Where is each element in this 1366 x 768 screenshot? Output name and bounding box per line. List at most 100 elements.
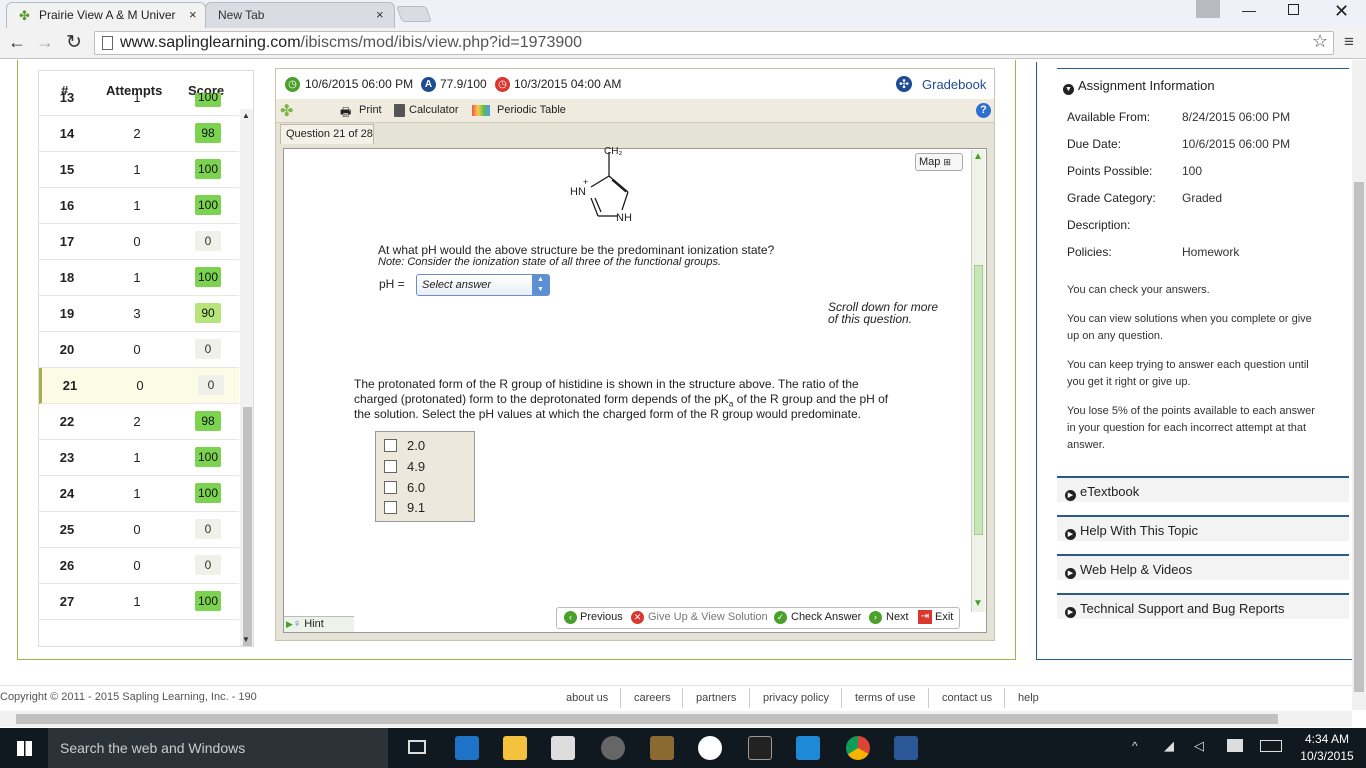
check-answer-button[interactable]: Check Answer <box>791 611 861 623</box>
list-scroll-thumb[interactable] <box>243 407 252 646</box>
checkbox[interactable] <box>384 460 397 473</box>
footer-link-contact[interactable]: contact us <box>942 692 992 704</box>
windows-start-icon[interactable] <box>17 741 32 756</box>
calculator-button[interactable]: Calculator <box>409 104 459 116</box>
onedrive-icon[interactable] <box>796 736 820 760</box>
question-row[interactable]: 22 2 98 <box>39 404 239 440</box>
footer-link-partners[interactable]: partners <box>696 692 736 704</box>
tray-chevron-icon[interactable]: ^ <box>1132 739 1138 753</box>
bookmark-star-icon[interactable]: ☆ <box>1312 31 1328 52</box>
next-button[interactable]: Next <box>886 611 909 623</box>
exit-icon[interactable]: ⇥ <box>918 610 932 624</box>
question-row[interactable]: 25 0 0 <box>39 512 239 548</box>
hp-icon[interactable] <box>698 736 722 760</box>
amazon-icon[interactable] <box>748 736 772 760</box>
assignment-info-header[interactable]: ▼ Assignment Information <box>1063 78 1215 95</box>
section-etextbook[interactable]: ▶ eTextbook <box>1057 476 1349 502</box>
tab-close-icon[interactable]: × <box>189 7 197 22</box>
previous-button[interactable]: Previous <box>580 611 623 623</box>
give-up-icon[interactable]: ✕ <box>631 611 644 624</box>
question-row[interactable]: 17 0 0 <box>39 224 239 260</box>
footer-link-careers[interactable]: careers <box>634 692 671 704</box>
print-icon[interactable]: 🖶 <box>340 103 351 124</box>
checkbox[interactable] <box>384 501 397 514</box>
ph-select[interactable]: Select answer ▲ ▼ <box>416 274 550 296</box>
question-row[interactable]: 23 1 100 <box>39 440 239 476</box>
list-scrollbar[interactable]: ▲ ▼ <box>240 109 253 646</box>
reload-icon[interactable]: ↻ <box>66 31 82 54</box>
back-icon[interactable]: ← <box>8 32 26 53</box>
question-row[interactable]: 16 1 100 <box>39 188 239 224</box>
question-row[interactable]: 19 3 90 <box>39 296 239 332</box>
word-icon[interactable] <box>894 736 918 760</box>
answer-option[interactable]: 4.9 <box>384 459 425 474</box>
tab-close-icon[interactable]: × <box>376 7 384 22</box>
app-icon[interactable] <box>601 736 625 760</box>
question-scrollbar[interactable]: ▲ ▼ <box>971 150 985 612</box>
check-icon[interactable]: ✓ <box>774 611 787 624</box>
scroll-up-icon[interactable]: ▲ <box>242 111 250 120</box>
answer-option[interactable]: 6.0 <box>384 480 425 495</box>
calculator-icon[interactable] <box>394 104 405 117</box>
scroll-up-icon[interactable]: ▲ <box>973 151 983 162</box>
question-row[interactable]: 18 1 100 <box>39 260 239 296</box>
give-up-button[interactable]: Give Up & View Solution <box>648 611 768 623</box>
periodic-table-button[interactable]: Periodic Table <box>497 104 566 116</box>
window-close-icon[interactable]: ✕ <box>1334 1 1349 22</box>
restore-icon[interactable] <box>1288 4 1299 15</box>
question-row[interactable]: 13 1 100 <box>39 93 239 116</box>
volume-icon[interactable]: ◁ <box>1194 738 1204 754</box>
notifications-icon[interactable] <box>1227 739 1243 752</box>
keyboard-icon[interactable] <box>1260 740 1282 752</box>
question-row[interactable]: 21 0 0 <box>39 368 239 404</box>
footer-link-privacy[interactable]: privacy policy <box>763 692 829 704</box>
gradebook-icon[interactable]: ✣ <box>896 76 912 92</box>
store-icon[interactable] <box>551 736 575 760</box>
forward-icon[interactable]: → <box>36 32 54 53</box>
next-icon[interactable]: › <box>869 611 882 624</box>
footer-link-terms[interactable]: terms of use <box>855 692 916 704</box>
page-vertical-scrollbar[interactable] <box>1352 60 1366 710</box>
section-help-topic[interactable]: ▶ Help With This Topic <box>1057 515 1349 541</box>
question-row[interactable]: 14 2 98 <box>39 116 239 152</box>
help-icon[interactable]: ? <box>976 103 991 118</box>
minimize-icon[interactable]: — <box>1242 2 1256 18</box>
previous-icon[interactable]: ‹ <box>564 611 577 624</box>
question-row[interactable]: 20 0 0 <box>39 332 239 368</box>
chrome-icon[interactable] <box>846 736 870 760</box>
tab-new-tab[interactable]: New Tab × <box>205 2 395 28</box>
new-tab-button[interactable] <box>396 6 432 22</box>
checkbox[interactable] <box>384 439 397 452</box>
print-button[interactable]: Print <box>359 104 382 116</box>
question-tab[interactable]: Question 21 of 28 <box>280 124 374 144</box>
question-row[interactable]: 24 1 100 <box>39 476 239 512</box>
question-row[interactable]: 26 0 0 <box>39 548 239 584</box>
app-icon[interactable] <box>650 736 674 760</box>
exit-button[interactable]: Exit <box>935 611 953 623</box>
page-scroll-thumb[interactable] <box>1354 182 1364 692</box>
periodic-table-icon[interactable] <box>472 105 490 116</box>
section-web-help[interactable]: ▶ Web Help & Videos <box>1057 554 1349 580</box>
wifi-icon[interactable]: ◢ <box>1164 738 1174 754</box>
checkbox[interactable] <box>384 481 397 494</box>
profile-icon[interactable] <box>1196 0 1220 18</box>
footer-link-about[interactable]: about us <box>566 692 608 704</box>
hint-button[interactable]: ▶♀ Hint <box>284 616 354 632</box>
clock-time[interactable]: 4:34 AM <box>1302 732 1352 746</box>
menu-icon[interactable]: ≡ <box>1344 32 1354 52</box>
scroll-down-icon[interactable]: ▼ <box>242 635 250 644</box>
answer-option[interactable]: 2.0 <box>384 438 425 453</box>
clock-date[interactable]: 10/3/2015 <box>1300 749 1354 763</box>
gradebook-link[interactable]: Gradebook <box>922 77 986 92</box>
section-tech-support[interactable]: ▶ Technical Support and Bug Reports <box>1057 593 1349 619</box>
question-row[interactable]: 15 1 100 <box>39 152 239 188</box>
tab-prairie-view[interactable]: ✤ Prairie View A & M Univer × <box>6 2 206 28</box>
question-scroll-thumb[interactable] <box>974 265 983 535</box>
page-horizontal-scrollbar[interactable] <box>0 711 1352 727</box>
file-explorer-icon[interactable] <box>503 736 527 760</box>
page-hscroll-thumb[interactable] <box>16 714 1278 724</box>
task-view-icon[interactable] <box>408 740 426 754</box>
answer-option[interactable]: 9.1 <box>384 500 425 515</box>
map-button[interactable]: Map ⊞ <box>915 153 963 171</box>
footer-link-help[interactable]: help <box>1018 692 1039 704</box>
